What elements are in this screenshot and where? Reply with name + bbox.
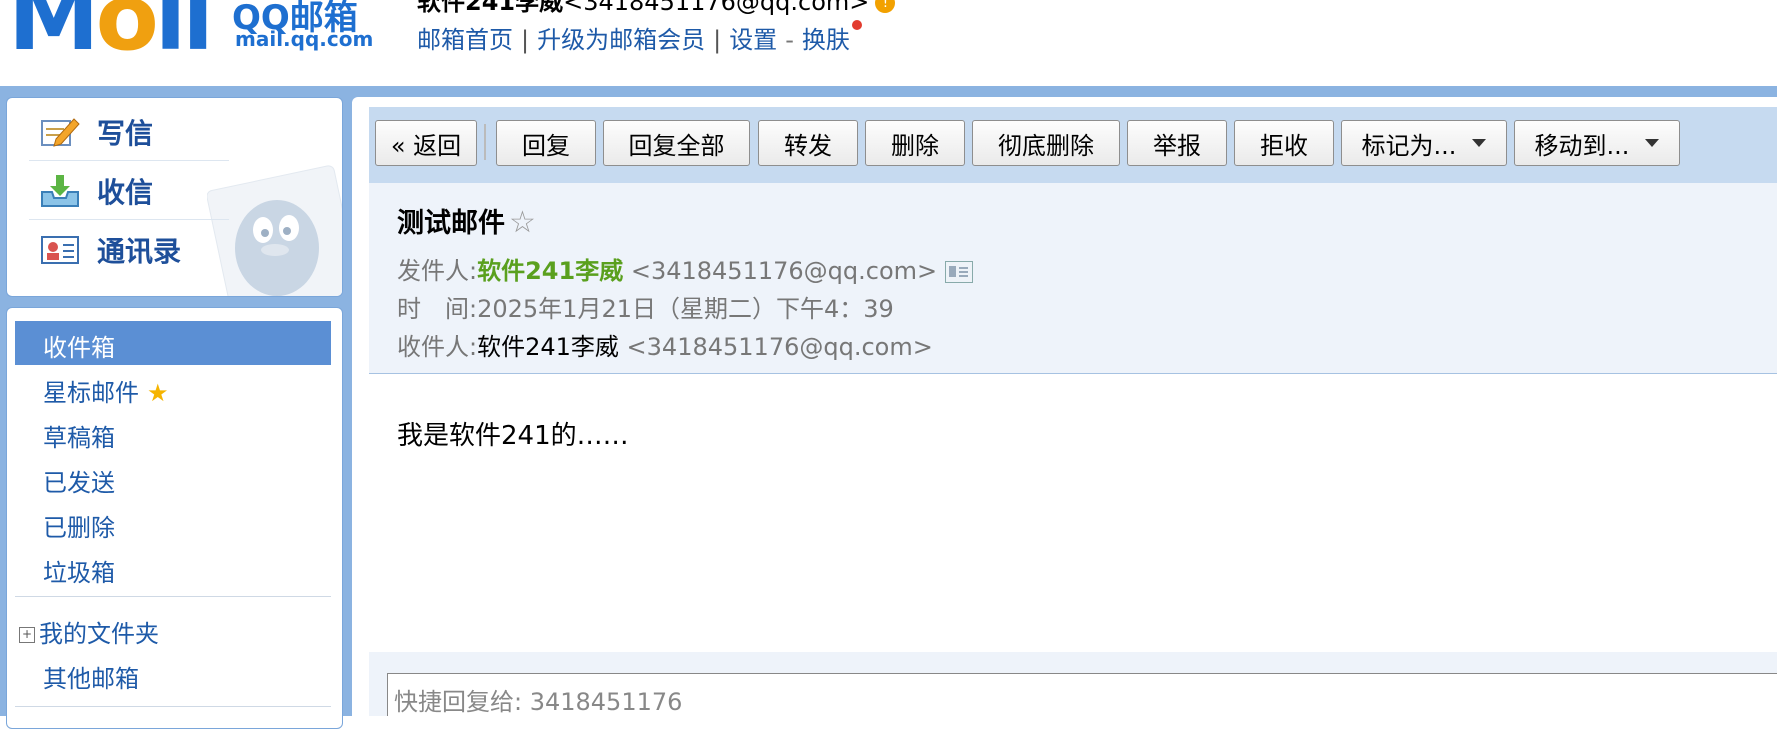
folder-label: 我的文件夹 (39, 620, 159, 648)
recipient-name[interactable]: 软件241李威 (477, 333, 619, 361)
new-dot-icon (851, 20, 862, 30)
compose-label: 写信 (97, 117, 154, 150)
account-name: 软件241李威 (417, 0, 564, 16)
folder-spam[interactable]: 垃圾箱 (7, 546, 342, 590)
account-email: <3418451176@qq.com> (563, 0, 870, 16)
delete-permanently-button[interactable]: 彻底删除 (972, 120, 1120, 166)
reject-button[interactable]: 拒收 (1234, 120, 1334, 166)
divider: | (521, 26, 530, 54)
back-button[interactable]: « 返回 (375, 120, 477, 166)
mail-read-panel: « 返回 回复 回复全部 转发 删除 彻底删除 举报 拒收 标记为... 移动到… (352, 97, 1777, 716)
time-value: 2025年1月21日（星期二）下午4：39 (477, 295, 894, 323)
time-label: 时 间: (397, 295, 478, 323)
forward-button[interactable]: 转发 (758, 120, 858, 166)
compose-panel: 写信 收信 通讯录 (6, 97, 343, 297)
mark-as-dropdown[interactable]: 标记为... (1341, 120, 1507, 166)
folder-panel: 收件箱 星标邮件 ★ 草稿箱 已发送 已删除 垃圾箱 + 我的文件夹 其他邮箱 (6, 307, 343, 729)
mail-header: 测试邮件 ☆ 发件人:软件241李威 <3418451176@qq.com> 时 … (369, 183, 1777, 374)
mark-as-label: 标记为... (1361, 131, 1457, 160)
folder-label: 其他邮箱 (43, 665, 139, 693)
folder-inbox[interactable]: 收件箱 (15, 321, 331, 365)
delete-button[interactable]: 删除 (865, 120, 965, 166)
recipient-email: <3418451176@qq.com> (626, 333, 933, 361)
sender-email: <3418451176@qq.com> (630, 257, 938, 285)
divider: - (785, 26, 794, 54)
sender-name[interactable]: 软件241李威 (477, 257, 623, 285)
top-header: Moil QQ邮箱 mail.qq.com 软件241李威<3418451176… (0, 0, 1777, 88)
divider (29, 219, 229, 220)
compose-write[interactable]: 写信 (7, 103, 342, 161)
move-to-dropdown[interactable]: 移动到... (1514, 120, 1680, 166)
mail-logo[interactable]: Moil (8, 0, 214, 64)
link-settings[interactable]: 设置 (729, 26, 777, 54)
toolbar-separator (484, 124, 486, 160)
quick-reply-area: 快捷回复给: 3418451176 (369, 652, 1777, 716)
report-button[interactable]: 举报 (1127, 120, 1227, 166)
account-info: 软件241李威<3418451176@qq.com>! (417, 0, 896, 17)
quick-reply-input[interactable]: 快捷回复给: 3418451176 (387, 673, 1777, 716)
folder-label: 草稿箱 (43, 424, 115, 452)
logo-url: mail.qq.com (235, 27, 374, 51)
move-to-label: 移动到... (1534, 131, 1630, 160)
top-links: 邮箱首页 | 升级为邮箱会员 | 设置 - 换肤 (417, 20, 862, 55)
from-row: 发件人:软件241李威 <3418451176@qq.com> (397, 251, 974, 286)
folder-label: 星标邮件 (43, 379, 139, 407)
chevron-down-icon (1472, 139, 1487, 147)
inbox-download-icon (41, 175, 79, 207)
mail-subject: 测试邮件 ☆ (397, 201, 536, 240)
to-label: 收件人: (397, 333, 478, 361)
mail-toolbar: « 返回 回复 回复全部 转发 删除 彻底删除 举报 拒收 标记为... 移动到… (369, 107, 1777, 183)
reply-button[interactable]: 回复 (496, 120, 596, 166)
folder-deleted[interactable]: 已删除 (7, 501, 342, 545)
star-icon: ★ (147, 379, 169, 407)
folder-label: 垃圾箱 (43, 559, 115, 587)
from-label: 发件人: (397, 257, 478, 285)
star-outline-icon[interactable]: ☆ (509, 205, 536, 240)
divider (15, 596, 331, 597)
contacts-label: 通讯录 (97, 235, 182, 268)
folder-sent[interactable]: 已发送 (7, 456, 342, 500)
folder-label: 已发送 (43, 469, 115, 497)
link-mail-home[interactable]: 邮箱首页 (417, 26, 513, 54)
write-icon (41, 118, 80, 147)
folder-label: 已删除 (43, 514, 115, 542)
receive-label: 收信 (97, 176, 154, 209)
mail-body: 我是软件241的…… (397, 421, 629, 451)
compose-receive[interactable]: 收信 (7, 162, 342, 220)
compose-contacts[interactable]: 通讯录 (7, 221, 342, 279)
folder-other-mailbox[interactable]: 其他邮箱 (7, 652, 342, 696)
subject-text: 测试邮件 (397, 208, 505, 239)
chevron-down-icon (1645, 139, 1660, 147)
folder-drafts[interactable]: 草稿箱 (7, 411, 342, 455)
expand-plus-icon[interactable]: + (19, 627, 35, 643)
folder-label: 收件箱 (43, 334, 115, 362)
contact-card-icon[interactable] (945, 261, 974, 283)
reply-all-button[interactable]: 回复全部 (603, 120, 750, 166)
link-upgrade-member[interactable]: 升级为邮箱会员 (537, 26, 705, 54)
time-row: 时 间:2025年1月21日（星期二）下午4：39 (397, 289, 894, 324)
contacts-icon (41, 236, 79, 264)
divider: | (713, 26, 722, 54)
to-row: 收件人:软件241李威 <3418451176@qq.com> (397, 327, 933, 362)
divider (29, 160, 229, 161)
folder-my-folders[interactable]: + 我的文件夹 (7, 607, 342, 651)
warning-icon[interactable]: ! (875, 0, 896, 13)
divider (15, 706, 331, 707)
link-change-skin[interactable]: 换肤 (802, 26, 850, 54)
folder-starred[interactable]: 星标邮件 ★ (7, 366, 342, 410)
